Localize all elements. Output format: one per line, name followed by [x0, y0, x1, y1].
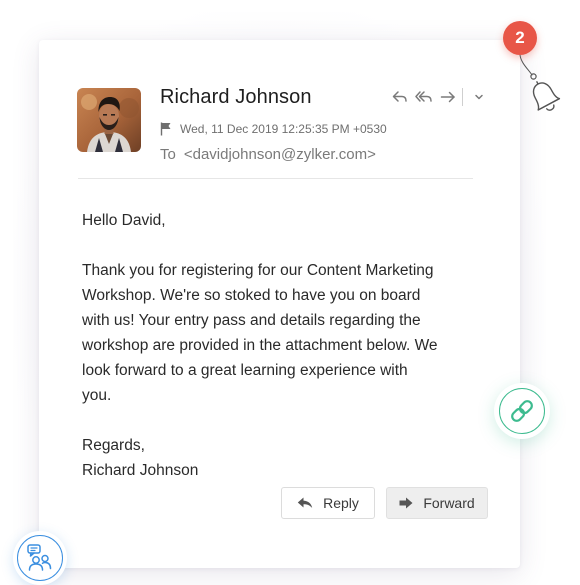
users-button-ring	[17, 535, 63, 581]
to-label: To	[160, 146, 176, 163]
forward-icon	[399, 497, 413, 509]
attachment-link-button[interactable]	[494, 383, 550, 439]
flag-icon[interactable]	[160, 122, 172, 136]
users-chat-icon	[27, 544, 52, 571]
recipient-address: <davidjohnson@zylker.com>	[183, 146, 376, 163]
bell-icon[interactable]	[512, 55, 568, 123]
reply-icon	[297, 497, 313, 508]
email-body: Hello David, Thank you for registering f…	[82, 208, 482, 483]
header-divider	[78, 178, 473, 179]
reply-button-label: Reply	[323, 495, 359, 511]
email-paragraph: Thank you for registering for our Conten…	[82, 262, 438, 404]
email-greeting: Hello David,	[82, 212, 166, 229]
sender-name: Richard Johnson	[160, 86, 312, 108]
forward-button[interactable]: Forward	[386, 487, 488, 519]
notification-badge[interactable]: 2	[503, 21, 537, 55]
email-actions	[388, 86, 491, 108]
users-chat-button[interactable]	[13, 531, 67, 585]
sender-avatar	[77, 88, 141, 152]
email-signature: Richard Johnson	[82, 462, 199, 479]
reply-all-icon[interactable]	[412, 86, 436, 108]
link-icon	[511, 400, 533, 422]
date-row: Wed, 11 Dec 2019 12:25:35 PM +0530	[160, 121, 387, 137]
email-signoff: Regards,	[82, 437, 145, 454]
forward-button-label: Forward	[423, 495, 475, 511]
action-separator	[462, 88, 463, 106]
forward-icon[interactable]	[436, 86, 460, 108]
link-button-ring	[499, 388, 545, 434]
chevron-down-icon[interactable]	[467, 86, 491, 108]
email-date: Wed, 11 Dec 2019 12:25:35 PM +0530	[180, 122, 387, 136]
recipient-row: To <davidjohnson@zylker.com>	[160, 146, 376, 163]
reply-icon[interactable]	[388, 86, 412, 108]
reply-button[interactable]: Reply	[281, 487, 375, 519]
